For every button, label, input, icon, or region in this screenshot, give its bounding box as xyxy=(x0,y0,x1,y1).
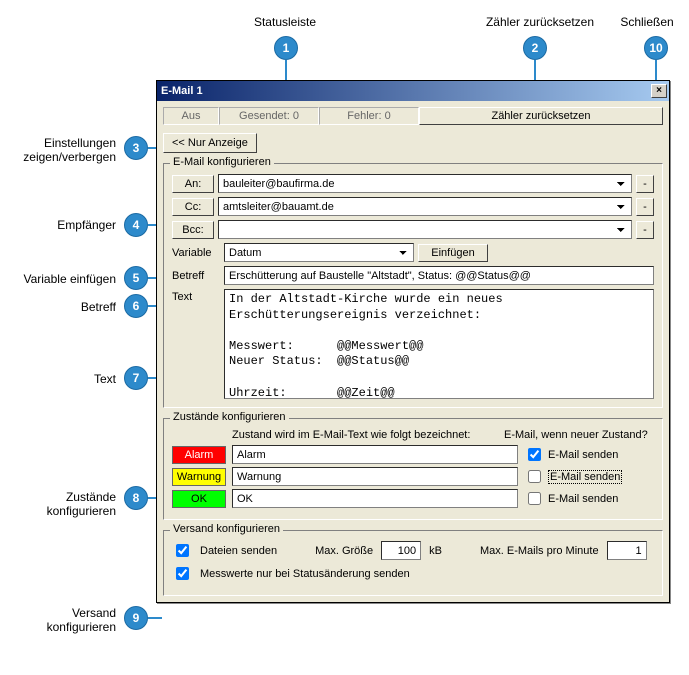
max-size-input[interactable] xyxy=(381,541,421,560)
body-textarea[interactable]: In der Altstadt-Kirche wurde ein neues E… xyxy=(224,289,654,399)
states-header-left: Zustand wird im E-Mail-Text wie folgt be… xyxy=(232,429,504,441)
balloon-10: 10 xyxy=(644,36,668,60)
balloon-1: 1 xyxy=(274,36,298,60)
to-remove-button[interactable]: - xyxy=(636,175,654,193)
bcc-remove-button[interactable]: - xyxy=(636,221,654,239)
variable-combo[interactable]: Datum xyxy=(224,243,414,262)
to-button[interactable]: An: xyxy=(172,175,214,193)
balloon-6: 6 xyxy=(124,294,148,318)
close-button[interactable]: × xyxy=(651,84,667,98)
balloon-9: 9 xyxy=(124,606,148,630)
reset-counter-button[interactable]: Zähler zurücksetzen xyxy=(419,107,663,125)
balloon-4: 4 xyxy=(124,213,148,237)
balloon-3: 3 xyxy=(124,136,148,160)
annot-label-versand2: konfigurieren xyxy=(36,620,116,634)
state-alarm-checkbox[interactable] xyxy=(528,448,541,461)
legend-versand: Versand konfigurieren xyxy=(170,523,283,535)
annot-label-subject: Betreff xyxy=(56,300,116,314)
max-size-label: Max. Größe xyxy=(315,545,373,557)
annot-label-text: Text xyxy=(56,372,116,386)
window-title: E-Mail 1 xyxy=(161,85,651,97)
annot-label-settings1: Einstellungen xyxy=(16,136,116,150)
annot-label-status: Statusleiste xyxy=(240,15,330,29)
state-warn-checkbox[interactable] xyxy=(528,470,541,483)
insert-button[interactable]: Einfügen xyxy=(418,244,488,262)
state-ok-label: OK xyxy=(172,490,226,508)
balloon-8: 8 xyxy=(124,486,148,510)
only-on-change-label: Messwerte nur bei Statusänderung senden xyxy=(200,568,410,580)
kb-label: kB xyxy=(429,545,442,557)
annot-label-states2: konfigurieren xyxy=(36,504,116,518)
fieldset-email-config: E-Mail konfigurieren An: bauleiter@baufi… xyxy=(163,163,663,408)
max-per-min-input[interactable] xyxy=(607,541,647,560)
fieldset-versand: Versand konfigurieren Dateien senden Max… xyxy=(163,530,663,596)
legend-states: Zustände konfigurieren xyxy=(170,411,289,423)
state-ok-send: E-Mail senden xyxy=(548,493,618,505)
state-warn-send: E-Mail senden xyxy=(548,470,622,484)
cc-remove-button[interactable]: - xyxy=(636,198,654,216)
send-files-label: Dateien senden xyxy=(200,545,277,557)
bcc-combo[interactable] xyxy=(218,220,632,239)
statusbar: Aus Gesendet: 0 Fehler: 0 Zähler zurücks… xyxy=(163,107,663,125)
annot-label-close: Schließen xyxy=(612,15,682,29)
email-dialog: E-Mail 1 × Aus Gesendet: 0 Fehler: 0 Zäh… xyxy=(156,80,670,603)
annot-label-reset: Zähler zurücksetzen xyxy=(480,15,600,29)
state-alarm-input[interactable] xyxy=(232,445,518,464)
variable-label: Variable xyxy=(172,247,220,259)
subject-input[interactable] xyxy=(224,266,654,285)
balloon-7: 7 xyxy=(124,366,148,390)
annot-label-versand1: Versand xyxy=(46,606,116,620)
state-warn-input[interactable] xyxy=(232,467,518,486)
fieldset-states: Zustände konfigurieren Zustand wird im E… xyxy=(163,418,663,520)
max-per-min-label: Max. E-Mails pro Minute xyxy=(480,545,599,557)
annot-label-states1: Zustände xyxy=(46,490,116,504)
state-warn-label: Warnung xyxy=(172,468,226,486)
states-header-right: E-Mail, wenn neuer Zustand? xyxy=(504,429,654,441)
state-ok-input[interactable] xyxy=(232,489,518,508)
titlebar: E-Mail 1 × xyxy=(157,81,669,101)
subject-label: Betreff xyxy=(172,270,220,282)
cc-combo[interactable]: amtsleiter@bauamt.de xyxy=(218,197,632,216)
status-aus: Aus xyxy=(163,107,219,125)
status-sent: Gesendet: 0 xyxy=(219,107,319,125)
balloon-5: 5 xyxy=(124,266,148,290)
send-files-checkbox[interactable] xyxy=(176,544,189,557)
bcc-button[interactable]: Bcc: xyxy=(172,221,214,239)
to-combo[interactable]: bauleiter@baufirma.de xyxy=(218,174,632,193)
status-errors: Fehler: 0 xyxy=(319,107,419,125)
state-alarm-send: E-Mail senden xyxy=(548,449,618,461)
legend-email: E-Mail konfigurieren xyxy=(170,156,274,168)
cc-button[interactable]: Cc: xyxy=(172,198,214,216)
text-label: Text xyxy=(172,289,220,303)
state-alarm-label: Alarm xyxy=(172,446,226,464)
state-ok-checkbox[interactable] xyxy=(528,492,541,505)
only-on-change-checkbox[interactable] xyxy=(176,567,189,580)
annot-label-settings2: zeigen/verbergen xyxy=(16,150,116,164)
annot-label-var: Variable einfügen xyxy=(16,272,116,286)
annot-label-recipient: Empfänger xyxy=(36,218,116,232)
balloon-2: 2 xyxy=(523,36,547,60)
toggle-view-button[interactable]: << Nur Anzeige xyxy=(163,133,257,153)
